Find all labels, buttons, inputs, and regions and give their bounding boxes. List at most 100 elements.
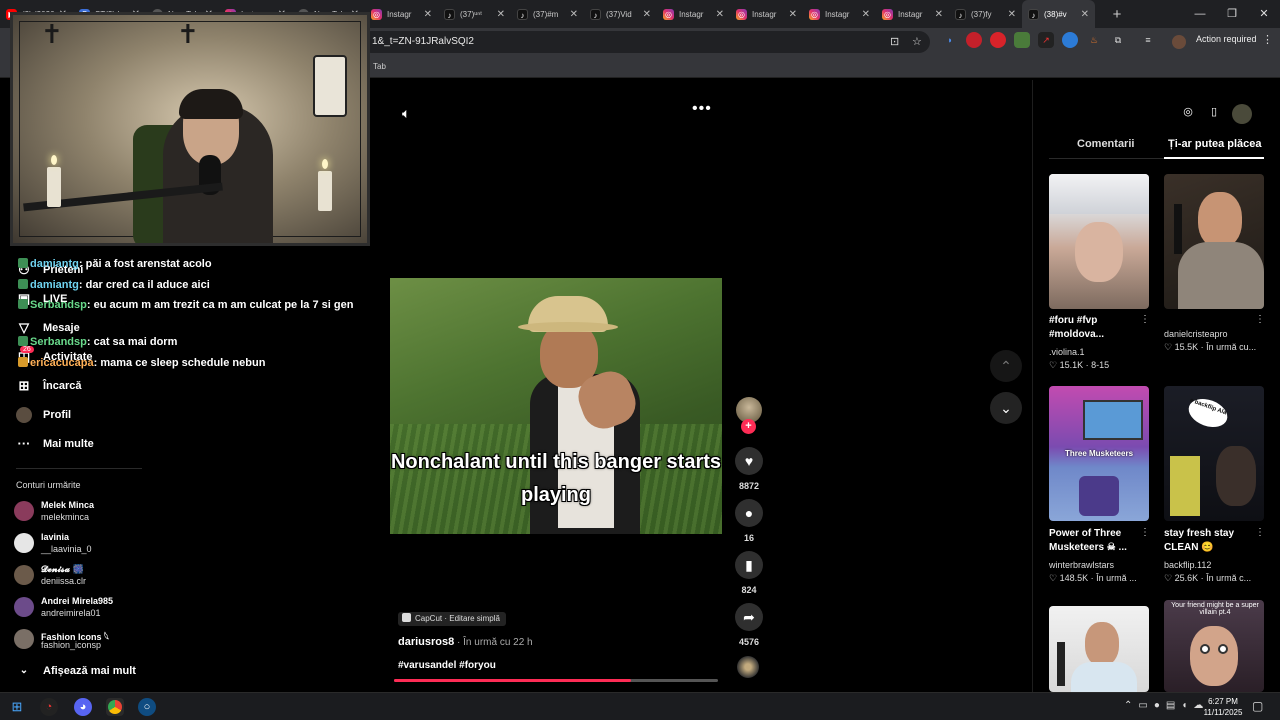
- following-item[interactable]: 𝓓𝓮𝓷𝓲𝓼𝓪 🎆 deniissa.clr: [14, 563, 214, 591]
- more-options-icon[interactable]: •••: [692, 100, 712, 118]
- nav-more[interactable]: ··· Mai multe: [16, 436, 94, 452]
- browser-tab[interactable]: ♪ (38)#v ✕: [1022, 0, 1095, 28]
- following-item[interactable]: Andrei Mirela985 andreimirela01: [14, 595, 214, 623]
- browser-tab[interactable]: ◎ Instagr ✕: [876, 0, 949, 28]
- extension-pin-icon[interactable]: [990, 32, 1006, 48]
- browser-tab[interactable]: ♪ (37)fy ✕: [949, 0, 1022, 28]
- browser-menu-icon[interactable]: ⋮: [1262, 33, 1273, 46]
- like-button[interactable]: ♥: [735, 447, 763, 475]
- video-thumbnail[interactable]: Your friend might be a super villain pt.…: [1164, 600, 1264, 692]
- following-item[interactable]: lavinia __laavinia_0: [14, 531, 214, 559]
- video-thumbnail[interactable]: [1164, 174, 1264, 309]
- minimize-icon[interactable]: —: [1184, 0, 1216, 28]
- taskbar-clock[interactable]: 6:27 PM 11/11/2025: [1200, 696, 1246, 718]
- tab-comments[interactable]: Comentarii: [1077, 138, 1134, 150]
- card-author[interactable]: winterbrawlstars: [1049, 560, 1114, 570]
- thumb-eye: [1200, 644, 1210, 654]
- discord-icon[interactable]: ◕: [74, 698, 92, 716]
- browser-tab[interactable]: ♪ (37)Vid ✕: [584, 0, 657, 28]
- browser-tab[interactable]: ◎ Instagr ✕: [657, 0, 730, 28]
- network-icon[interactable]: ▤: [1166, 700, 1175, 711]
- action-required-button[interactable]: Action required: [1196, 34, 1257, 44]
- chrome-taskbar-icon[interactable]: [106, 698, 124, 716]
- card-author[interactable]: .violina.1: [1049, 347, 1085, 357]
- music-disc-icon[interactable]: [737, 656, 759, 678]
- bookmark-item[interactable]: Tab: [373, 62, 386, 71]
- windows-start-icon[interactable]: ⊞: [8, 698, 26, 716]
- card-author[interactable]: backflip.112: [1164, 560, 1211, 570]
- nav-upload[interactable]: ⊞ Încarcă: [16, 378, 82, 394]
- video-progress-bar[interactable]: [394, 679, 718, 682]
- card-title[interactable]: stay fresh stay CLEAN 😊: [1164, 527, 1259, 555]
- follow-plus-icon[interactable]: +: [741, 419, 756, 434]
- extension-wave-icon[interactable]: ◗: [942, 32, 958, 48]
- previous-video-button[interactable]: ⌃: [990, 350, 1022, 382]
- tab-you-may-like[interactable]: Ți-ar putea plăcea: [1168, 138, 1262, 150]
- close-tab-icon[interactable]: ✕: [1081, 9, 1089, 20]
- instagram-favicon-icon: ◎: [882, 8, 893, 20]
- new-tab-button[interactable]: +: [1105, 6, 1129, 23]
- card-more-icon[interactable]: ⋮: [1255, 527, 1265, 538]
- browser-tab[interactable]: ◎ Instagr ✕: [803, 0, 876, 28]
- following-item[interactable]: Fashion Icons 𓆩 fashion_iconsp: [14, 627, 214, 655]
- card-title[interactable]: #foru #fvp #moldova...: [1049, 314, 1144, 342]
- extension-shield-icon[interactable]: [1062, 32, 1078, 48]
- video-thumbnail[interactable]: [1049, 606, 1149, 692]
- extensions-puzzle-icon[interactable]: ⧉: [1110, 32, 1126, 48]
- close-window-icon[interactable]: ✕: [1248, 0, 1280, 28]
- close-tab-icon[interactable]: ✕: [643, 9, 651, 20]
- obs-icon[interactable]: ◔: [40, 698, 58, 716]
- video-hashtags[interactable]: #varusandel #foryou: [398, 660, 496, 671]
- close-tab-icon[interactable]: ✕: [862, 9, 870, 20]
- address-bar[interactable]: 1&_t=ZN-91JRalvSQI2 ⊡ ☆: [360, 31, 930, 53]
- card-title[interactable]: Power of Three Musketeers ☠ ...: [1049, 527, 1144, 555]
- close-tab-icon[interactable]: ✕: [424, 9, 432, 20]
- capcut-badge[interactable]: CapCut · Editare simplă: [398, 612, 506, 626]
- close-tab-icon[interactable]: ✕: [570, 9, 578, 20]
- install-app-icon[interactable]: ⊡: [890, 31, 899, 53]
- mic-icon[interactable]: ●: [1154, 700, 1160, 711]
- user-avatar[interactable]: [1232, 104, 1252, 124]
- video-thumbnail[interactable]: Three Musketeers: [1049, 386, 1149, 521]
- next-video-button[interactable]: ⌄: [990, 392, 1022, 424]
- show-more-button[interactable]: ⌄ Afișează mai mult: [16, 663, 136, 679]
- notification-icon[interactable]: ▢: [1252, 699, 1263, 713]
- battery-icon[interactable]: ▭: [1138, 700, 1147, 711]
- browser-tab[interactable]: ◎ Instagr ✕: [730, 0, 803, 28]
- close-tab-icon[interactable]: ✕: [789, 9, 797, 20]
- close-tab-icon[interactable]: ✕: [716, 9, 724, 20]
- app-taskbar-icon[interactable]: ○: [138, 698, 156, 716]
- card-author[interactable]: danielcristeapro: [1164, 329, 1228, 339]
- video-author[interactable]: dariusros8 · În urmă cu 22 h: [398, 636, 533, 648]
- phone-icon[interactable]: ▯: [1206, 104, 1222, 120]
- nav-profile[interactable]: Profil: [16, 407, 71, 423]
- extension-red-icon[interactable]: [966, 32, 982, 48]
- chevron-up-icon[interactable]: ⌃: [1124, 700, 1132, 711]
- extension-fire-icon[interactable]: ♨: [1086, 32, 1102, 48]
- video-thumbnail[interactable]: e backflip Ala: [1164, 386, 1264, 521]
- card-more-icon[interactable]: ⋮: [1140, 527, 1150, 538]
- browser-tab[interactable]: ♪ (37)#m ✕: [511, 0, 584, 28]
- card-more-icon[interactable]: ⋮: [1255, 314, 1265, 325]
- comment-button[interactable]: ●: [735, 499, 763, 527]
- video-thumbnail[interactable]: [1049, 174, 1149, 309]
- compass-icon[interactable]: ◎: [1180, 104, 1196, 120]
- browser-tab[interactable]: ◎ Instagr ✕: [365, 0, 438, 28]
- card-more-icon[interactable]: ⋮: [1140, 314, 1150, 325]
- bookmark-star-icon[interactable]: ☆: [912, 31, 922, 53]
- reading-list-icon[interactable]: ≡: [1140, 32, 1156, 48]
- tiktok-favicon-icon: ♪: [517, 8, 528, 20]
- save-button[interactable]: ▮: [735, 551, 763, 579]
- volume-icon[interactable]: 🔈︎: [402, 105, 410, 122]
- close-tab-icon[interactable]: ✕: [935, 9, 943, 20]
- extension-chart-icon[interactable]: ↗: [1038, 32, 1054, 48]
- following-item[interactable]: Melek Minca melekminca: [14, 499, 214, 527]
- close-tab-icon[interactable]: ✕: [1008, 9, 1016, 20]
- profile-avatar[interactable]: [1172, 35, 1186, 49]
- extension-robot-icon[interactable]: [1014, 32, 1030, 48]
- restore-icon[interactable]: ❐: [1216, 0, 1248, 28]
- share-button[interactable]: ➦: [735, 603, 763, 631]
- close-tab-icon[interactable]: ✕: [497, 9, 505, 20]
- speaker-icon[interactable]: ◖: [1181, 700, 1187, 711]
- browser-tab[interactable]: ♪ (37)ᵘⁿᵗ ✕: [438, 0, 511, 28]
